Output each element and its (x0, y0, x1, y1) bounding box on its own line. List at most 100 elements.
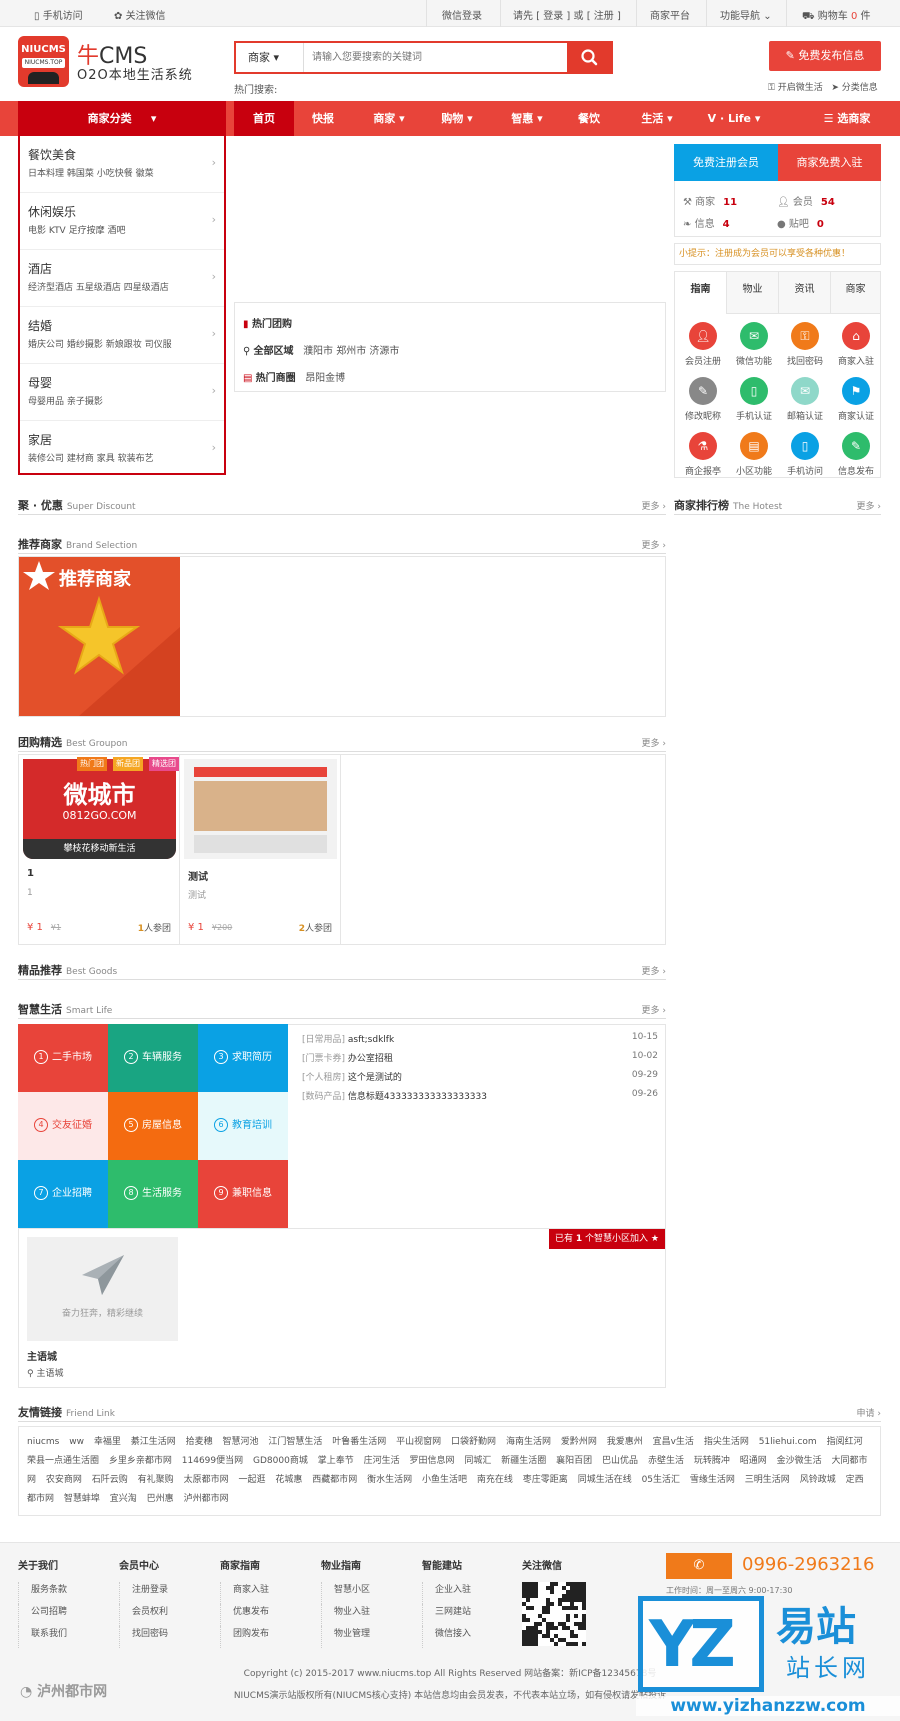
nav-item-dining[interactable]: 餐饮 (572, 101, 606, 136)
friend-link[interactable]: 西藏都市网 (312, 1475, 357, 1485)
smart-grid-item[interactable]: 3 求职简历 (198, 1024, 288, 1092)
footer-link[interactable]: 服务条款 (18, 1582, 118, 1604)
register-merchant-button[interactable]: 商家免费入驻 (778, 144, 881, 181)
friend-link[interactable]: 风铃政城 (800, 1475, 836, 1485)
category-subs[interactable]: 日本料理 韩国菜 小吃快餐 徽菜 (28, 166, 154, 179)
friend-link[interactable]: 口袋舒勤网 (451, 1437, 496, 1447)
footer-link[interactable]: 商家入驻 (220, 1582, 320, 1604)
category-subs[interactable]: 电影 KTV 足疗按摩 酒吧 (28, 223, 125, 236)
guide-item[interactable]: ✎ 信息发布 (832, 432, 880, 477)
friend-link[interactable]: 金沙微生活 (777, 1456, 822, 1466)
footer-link[interactable]: 微信接入 (422, 1626, 522, 1648)
friend-link[interactable]: 衡水生活网 (367, 1475, 412, 1485)
guide-item[interactable]: ⚑ 商家认证 (832, 377, 880, 422)
nav-item-smart[interactable]: 智惠 ▾ (502, 101, 552, 136)
guide-item[interactable]: ✉ 邮箱认证 (781, 377, 829, 422)
category-subs[interactable]: 装修公司 建材商 家具 软装布艺 (28, 451, 154, 464)
rank-more-link[interactable]: 更多 › (857, 499, 881, 512)
tab-guide[interactable]: 指南 (675, 272, 727, 314)
friend-link[interactable]: 小鱼生活吧 (422, 1475, 467, 1485)
friend-link[interactable]: 指尖生活网 (704, 1437, 749, 1447)
logo[interactable]: NIUCMS NIUCMS.TOP (18, 36, 69, 87)
smart-grid-item[interactable]: 2 车辆服务 (108, 1024, 198, 1092)
friend-link[interactable]: 05生活汇 (642, 1475, 680, 1485)
footer-link[interactable]: 物业入驻 (321, 1604, 421, 1626)
guide-item[interactable]: ✎ 修改昵称 (679, 377, 727, 422)
friend-link[interactable]: 玩转腾冲 (694, 1456, 730, 1466)
guide-item[interactable]: ✉ 微信功能 (730, 322, 778, 367)
guide-item[interactable]: ⌂ 商家入驻 (832, 322, 880, 367)
category-item[interactable]: 酒店 经济型酒店 五星级酒店 四星级酒店 › (20, 250, 224, 307)
friend-link[interactable]: 南充在线 (477, 1475, 513, 1485)
friend-link[interactable]: 我爱惠州 (607, 1437, 643, 1447)
friend-link[interactable]: 同城汇 (464, 1456, 491, 1466)
publish-info-button[interactable]: ✎ 免费发布信息 (769, 41, 881, 71)
section-more-link[interactable]: 更多 › (642, 736, 666, 749)
search-button[interactable] (567, 43, 611, 72)
friend-link[interactable]: 巴州惠 (147, 1494, 174, 1504)
footer-link[interactable]: 智慧小区 (321, 1582, 421, 1604)
footer-link[interactable]: 会员权利 (119, 1604, 219, 1626)
friend-link[interactable]: 襄阳百团 (556, 1456, 592, 1466)
section-more-link[interactable]: 更多 › (642, 964, 666, 977)
friend-link[interactable]: 綦江生活网 (131, 1437, 176, 1447)
footer-link[interactable]: 注册登录 (119, 1582, 219, 1604)
footer-link[interactable]: 优惠发布 (220, 1604, 320, 1626)
friend-link[interactable]: 智慧河池 (222, 1437, 258, 1447)
friend-link[interactable]: 赤壁生活 (648, 1456, 684, 1466)
wechat-login-link[interactable]: 微信登录 (442, 7, 482, 22)
smart-grid-item[interactable]: 1 二手市场 (18, 1024, 108, 1092)
register-member-button[interactable]: 免费注册会员 (674, 144, 778, 181)
guide-item[interactable]: ⚿ 找回密码 (781, 322, 829, 367)
guide-item[interactable]: 👤︎ 会员注册 (679, 322, 727, 367)
friend-link[interactable]: 幸福里 (94, 1437, 121, 1447)
friend-link[interactable]: 新疆生活圈 (501, 1456, 546, 1466)
nav-item-shopping[interactable]: 购物 ▾ (432, 101, 482, 136)
groupon-name[interactable]: 1 (27, 868, 34, 879)
friend-link[interactable]: 农安商网 (46, 1475, 82, 1485)
friend-link[interactable]: 爱黔州网 (561, 1437, 597, 1447)
footer-link[interactable]: 三网建站 (422, 1604, 522, 1626)
category-item[interactable]: 结婚 婚庆公司 婚纱摄影 新娘跟妆 司仪服 › (20, 307, 224, 364)
friend-link[interactable]: 罗田信息网 (409, 1456, 454, 1466)
footer-link[interactable]: 团购发布 (220, 1626, 320, 1648)
wechat-link[interactable]: ✿ 关注微信 (114, 7, 166, 22)
friend-link[interactable]: 114699便当网 (182, 1456, 243, 1466)
footer-link[interactable]: 联系我们 (18, 1626, 118, 1648)
login-register-link[interactable]: 请先 [ 登录 ] 或 [ 注册 ] (513, 7, 621, 22)
cart-link[interactable]: ⛟ 购物车 0 件 (802, 7, 871, 24)
friend-link[interactable]: 有礼聚购 (138, 1475, 174, 1485)
nav-item-home[interactable]: 首页 (234, 101, 294, 136)
nav-item-news[interactable]: 快报 (306, 101, 340, 136)
guide-item[interactable]: ▯ 手机认证 (730, 377, 778, 422)
friend-link[interactable]: 泸州都市网 (184, 1494, 229, 1504)
mobile-link[interactable]: ▯ 手机访问 (34, 7, 83, 22)
recommend-merchant-image[interactable]: 推荐商家 (19, 557, 180, 716)
smart-grid-item[interactable]: 6 教育培训 (198, 1092, 288, 1160)
nav-item-merchant[interactable]: 商家 ▾ (364, 101, 414, 136)
friend-link[interactable]: 三明生活网 (745, 1475, 790, 1485)
friend-link[interactable]: 智慧蚌埠 (64, 1494, 100, 1504)
apply-link[interactable]: 申请 › (857, 1406, 881, 1419)
friend-link[interactable]: 拾麦穗 (186, 1437, 213, 1447)
guide-item[interactable]: ▤ 小区功能 (730, 432, 778, 477)
friend-link[interactable]: 指阅红河 (827, 1437, 863, 1447)
friend-link[interactable]: 一起逛 (238, 1475, 265, 1485)
groupon-card[interactable]: 微城市 0812GO.COM 攀枝花移动新生活 热门团 新品团 精选团 1 1 … (19, 755, 180, 944)
category-item[interactable]: 母婴 母婴用品 亲子摄影 › (20, 364, 224, 421)
community-joined-badge[interactable]: 已有 1 个智慧小区加入 ★ (549, 1229, 665, 1249)
friend-link[interactable]: 石阡云购 (92, 1475, 128, 1485)
friend-link[interactable]: 巴山优品 (602, 1456, 638, 1466)
friend-link[interactable]: ww (69, 1437, 84, 1447)
merchant-platform-link[interactable]: 商家平台 (650, 7, 690, 22)
nav-item-vlife[interactable]: V · Life ▾ (700, 101, 768, 136)
func-nav-dropdown[interactable]: 功能导航 ⌄ (720, 7, 772, 22)
groupon-card[interactable]: 测试 测试 ¥ 1 ¥200 2人参团 (180, 755, 341, 944)
category-subs[interactable]: 经济型酒店 五星级酒店 四星级酒店 (28, 280, 169, 293)
search-type-select[interactable]: 商家 ▾ (236, 43, 304, 72)
friend-link[interactable]: GD8000商城 (253, 1456, 308, 1466)
friend-link[interactable]: niucms (27, 1437, 59, 1447)
groupon-image[interactable] (184, 759, 337, 859)
friend-link[interactable]: 太原都市网 (184, 1475, 229, 1485)
footer-link[interactable]: 找回密码 (119, 1626, 219, 1648)
